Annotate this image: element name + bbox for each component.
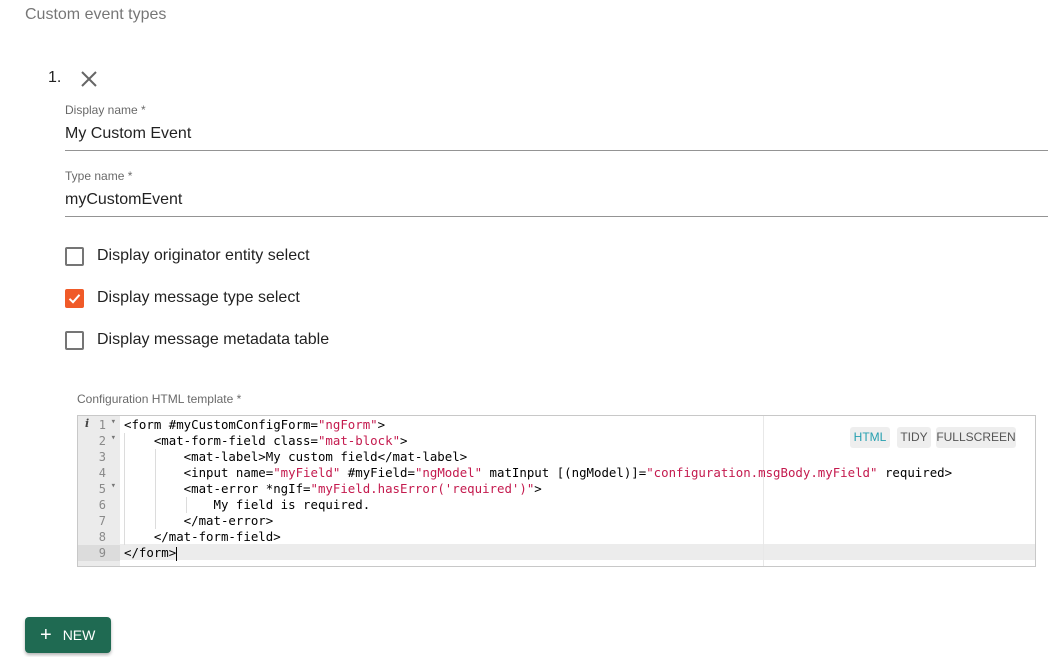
plus-icon: + [40,624,52,646]
checkbox-message-type-select[interactable]: Display message type select [65,287,300,309]
code-line: </form> [124,545,178,561]
code-line: <form #myCustomConfigForm="ngForm"> [124,417,386,432]
checkbox-label: Display originator entity select [97,247,310,264]
checkbox-box[interactable] [65,246,84,266]
line-number: 9 [78,545,120,561]
print-margin [763,416,764,566]
editor-gutter: i 1 ▾ 2 ▾ 3 4 5 ▾ 6 7 8 9 [78,416,120,566]
code-line: <mat-form-field class="mat-block"> [124,433,408,448]
line-number: 5 ▾ [98,481,116,496]
info-icon: i [85,417,90,430]
close-icon [81,71,97,87]
template-label: Configuration HTML template * [77,392,242,406]
checkbox-originator-select[interactable]: Display originator entity select [65,245,310,267]
checkbox-box[interactable] [65,330,84,350]
code-line: <mat-error *ngIf="myField.hasError('requ… [124,481,542,496]
line-number: 6 [98,498,106,512]
code-line: <mat-label>My custom field</mat-label> [124,449,468,464]
checkbox-label: Display message metadata table [97,331,330,348]
tidy-button[interactable]: TIDY [897,427,931,448]
code-editor[interactable]: i 1 ▾ 2 ▾ 3 4 5 ▾ 6 7 8 9 <form #myCustomCon… [77,415,1036,567]
fold-icon[interactable]: ▾ [111,481,116,491]
remove-item-button[interactable] [79,69,99,89]
line-number: 4 [98,466,106,480]
code-line: </mat-form-field> [124,529,281,544]
display-name-field[interactable]: Display name * [65,102,1048,151]
add-new-button[interactable]: + NEW [25,617,111,653]
line-number: 3 [98,450,106,464]
check-icon [68,293,81,304]
text-cursor [176,546,178,561]
checkbox-box[interactable] [65,288,84,308]
code-line: </mat-error> [124,513,274,528]
section-title: Custom event types [25,6,167,23]
fold-icon[interactable]: ▾ [111,417,116,427]
active-line-highlight [120,544,1035,560]
item-index: 1. [48,69,62,86]
line-number: 7 [98,514,106,528]
type-name-field[interactable]: Type name * [65,168,1048,217]
checkbox-label: Display message type select [97,289,300,306]
display-name-label: Display name * [65,103,146,117]
line-number: 8 [98,530,106,544]
type-name-input[interactable] [65,191,965,209]
add-new-label: NEW [62,627,96,643]
code-line: <input name="myField" #myField="ngModel"… [124,465,953,480]
type-name-label: Type name * [65,169,133,183]
html-mode-button[interactable]: HTML [850,427,890,448]
line-number: 2 ▾ [98,433,116,448]
line-number: i 1 ▾ [85,417,116,432]
fullscreen-button[interactable]: FULLSCREEN [936,427,1016,448]
checkbox-metadata-table[interactable]: Display message metadata table [65,329,329,351]
code-line: My field is required. [124,497,371,512]
fold-icon[interactable]: ▾ [111,433,116,443]
display-name-input[interactable] [65,125,965,143]
